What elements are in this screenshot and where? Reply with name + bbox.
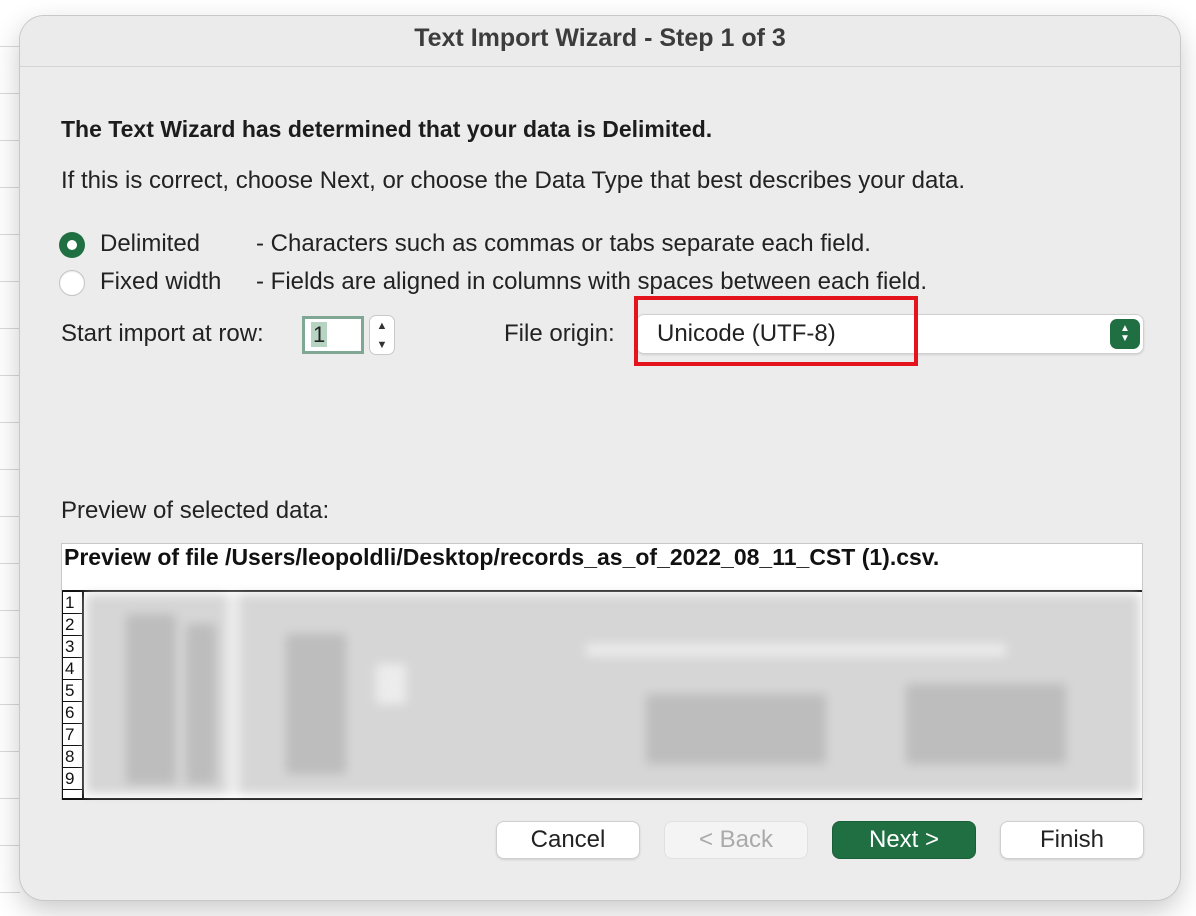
stepper-up-icon[interactable]: ▲ xyxy=(377,320,388,332)
delimited-radio[interactable] xyxy=(59,232,85,258)
start-row-value: 1 xyxy=(311,322,328,347)
dialog-title: Text Import Wizard - Step 1 of 3 xyxy=(20,16,1180,67)
preview-panel[interactable]: Preview of file /Users/leopoldli/Desktop… xyxy=(61,543,1143,800)
row-number: 6 xyxy=(63,702,82,724)
cancel-button[interactable]: Cancel xyxy=(496,821,640,859)
row-number: 2 xyxy=(63,614,82,636)
next-button[interactable]: Next > xyxy=(832,821,976,859)
start-row-input[interactable]: 1 xyxy=(302,316,364,354)
wizard-heading: The Text Wizard has determined that your… xyxy=(61,116,713,142)
row-number: 9 xyxy=(63,768,82,790)
preview-label: Preview of selected data: xyxy=(61,497,330,524)
delimited-label[interactable]: Delimited xyxy=(100,230,200,258)
text-import-wizard-dialog: Text Import Wizard - Step 1 of 3 The Tex… xyxy=(20,16,1180,900)
back-button[interactable]: < Back xyxy=(664,821,808,859)
blurred-preview-content xyxy=(86,594,1140,794)
row-number: 8 xyxy=(63,746,82,768)
fixed-width-radio[interactable] xyxy=(59,270,85,296)
row-number: 1 xyxy=(63,592,82,614)
background-sheet xyxy=(0,0,20,916)
start-row-label: Start import at row: xyxy=(61,320,264,347)
stepper-down-icon[interactable]: ▼ xyxy=(377,339,388,351)
preview-grid: 1 2 3 4 5 6 7 8 9 xyxy=(62,590,1142,800)
row-number: 4 xyxy=(63,658,82,680)
row-numbers: 1 2 3 4 5 6 7 8 9 xyxy=(62,592,84,798)
start-row-stepper[interactable]: ▲ ▼ xyxy=(369,315,395,355)
file-origin-label: File origin: xyxy=(504,320,615,347)
wizard-subtext: If this is correct, choose Next, or choo… xyxy=(61,167,966,194)
fixed-width-description: - Fields are aligned in columns with spa… xyxy=(256,268,928,295)
chevron-up-down-icon[interactable]: ▲ ▼ xyxy=(1110,319,1140,349)
row-number: 3 xyxy=(63,636,82,658)
highlight-annotation xyxy=(634,296,918,366)
preview-file-title: Preview of file /Users/leopoldli/Desktop… xyxy=(64,544,940,570)
row-number: 7 xyxy=(63,724,82,746)
finish-button[interactable]: Finish xyxy=(1000,821,1144,859)
delimited-description: - Characters such as commas or tabs sepa… xyxy=(256,230,871,257)
row-number: 5 xyxy=(63,680,82,702)
fixed-width-label[interactable]: Fixed width xyxy=(100,268,221,296)
